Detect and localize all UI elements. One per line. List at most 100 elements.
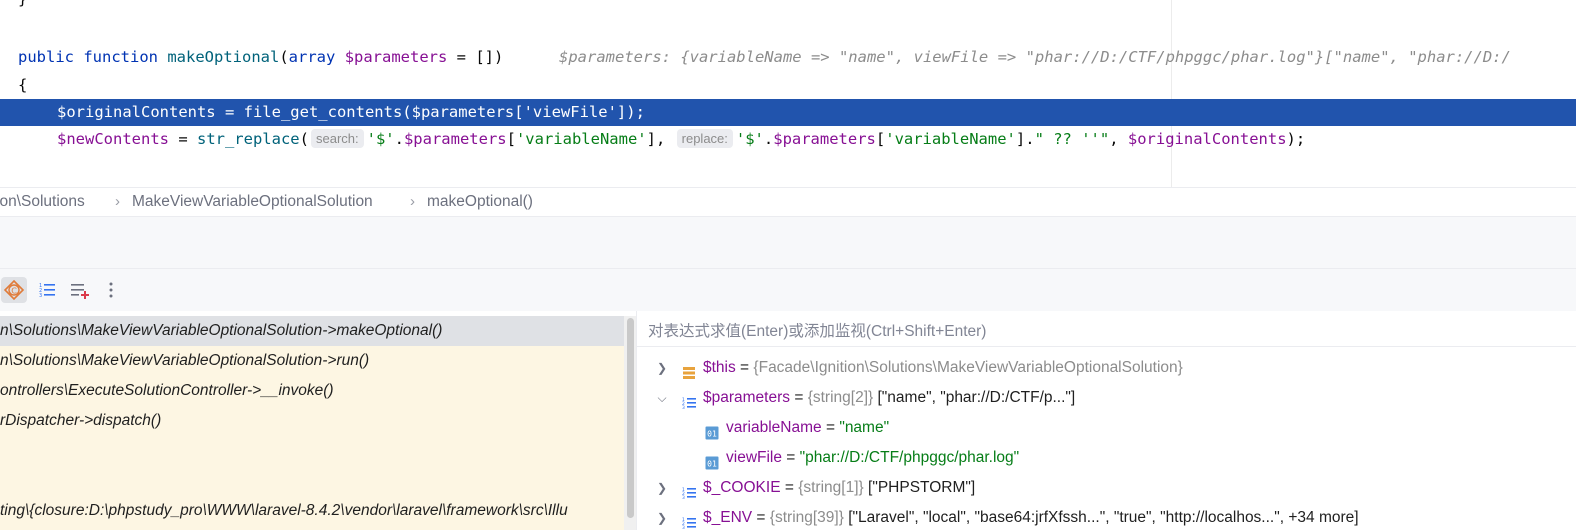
equals: =	[780, 479, 799, 496]
code-line-closing-brace[interactable]: }	[0, 0, 1576, 13]
stack-frame-item[interactable]	[0, 466, 624, 496]
breadcrumb-item-class[interactable]: MakeViewVariableOptionalSolution	[132, 193, 373, 211]
variable-name: $parameters	[703, 389, 791, 406]
add-list-icon[interactable]	[66, 277, 92, 303]
variable-parameters: $parameters	[403, 130, 507, 148]
equals: =	[821, 419, 840, 436]
variable-row[interactable]: 01 variableName = "name"	[637, 413, 1576, 443]
variable-text: $_ENV = {string[39]} ["Laravel", "local"…	[703, 503, 1359, 530]
equals: =	[790, 389, 808, 406]
string-literal: 'variableName'	[885, 130, 1016, 148]
breadcrumb-item-method[interactable]: makeOptional()	[427, 193, 533, 211]
field-icon: 01	[705, 421, 719, 440]
equals: =	[735, 359, 754, 376]
stack-frame-item[interactable]: n\Solutions\MakeViewVariableOptionalSolu…	[0, 316, 624, 346]
code-line-str-replace[interactable]: $newContents = str_replace(search: '$'.$p…	[0, 126, 1576, 153]
variable-originalcontents: $originalContents	[1127, 130, 1287, 148]
svg-text:01: 01	[707, 460, 717, 469]
chevron-right-icon[interactable]: ❯	[655, 353, 669, 383]
operator: =	[168, 130, 197, 148]
frames-scrollbar[interactable]	[624, 316, 636, 530]
inlay-hint-replace: replace:	[676, 129, 733, 148]
svg-text:01: 01	[707, 430, 717, 439]
breadcrumb: ion\Solutions › MakeViewVariableOptional…	[0, 187, 1576, 217]
stack-frame-label: ting\{closure:D:\phpstudy_pro\WWW\larave…	[0, 502, 568, 519]
svg-text:3: 3	[39, 293, 42, 299]
inlay-hint-search: search:	[310, 129, 364, 148]
variable-text: viewFile = "phar://D:/CTF/phpggc/phar.lo…	[726, 443, 1019, 473]
variable-text: variableName = "name"	[726, 413, 889, 443]
code-text: $originalContents = file_get_contents($p…	[57, 103, 645, 121]
variable-type: {string[39]}	[769, 509, 844, 526]
breadcrumb-item-namespace[interactable]: ion\Solutions	[0, 193, 85, 211]
variable-value: ["PHPSTORM"]	[863, 479, 976, 496]
variable-type: {string[2]}	[807, 389, 874, 406]
string-literal: '$'	[735, 130, 764, 148]
variable-row[interactable]: ❯ $this = {Facade\Ignition\Solutions\Mak…	[637, 353, 1576, 383]
chevron-down-icon[interactable]: ⌵	[655, 383, 669, 413]
comma: ,	[1109, 130, 1128, 148]
variable-text: $parameters = {string[2]} ["name", "phar…	[703, 383, 1075, 413]
variable-type: {Facade\Ignition\Solutions\MakeViewVaria…	[753, 359, 1183, 376]
stack-frame-item[interactable]: ontrollers\ExecuteSolutionController->__…	[0, 376, 624, 406]
variable-name: viewFile	[726, 449, 782, 466]
statement-end: );	[1286, 130, 1306, 148]
breadcrumb-separator: ›	[115, 193, 120, 210]
chevron-right-icon[interactable]: ❯	[655, 473, 669, 503]
keyword-public: public	[18, 48, 74, 66]
variable-value: ["name", "phar://D:/CTF/p..."]	[873, 389, 1076, 406]
chevron-right-icon[interactable]: ❯	[655, 503, 669, 530]
call-stack-frames: n\Solutions\MakeViewVariableOptionalSolu…	[0, 316, 636, 530]
code-line-current-execution[interactable]: $originalContents = file_get_contents($p…	[0, 99, 1576, 126]
stack-frame-label: rDispatcher->dispatch()	[0, 412, 162, 429]
numbered-list-icon[interactable]: 123	[34, 277, 60, 303]
string-literal: '$'	[366, 130, 395, 148]
variable-row[interactable]: 01 viewFile = "phar://D:/CTF/phpggc/phar…	[637, 443, 1576, 473]
array-icon: 123	[682, 511, 696, 530]
bracket: ],	[646, 130, 666, 148]
array-icon: 123	[682, 481, 696, 501]
function-name: str_replace	[196, 130, 300, 148]
code-text: $newContents = str_replace(search: '$'.$p…	[57, 126, 1305, 153]
variable-value: "phar://D:/CTF/phpggc/phar.log"	[799, 449, 1020, 466]
svg-text:3: 3	[682, 405, 685, 410]
keyword-function: function	[83, 48, 158, 66]
code-editor[interactable]: } public function makeOptional(array $pa…	[0, 0, 1576, 187]
param-default: = [])	[447, 48, 504, 66]
variable-value: "name"	[839, 419, 890, 436]
variable-row[interactable]: ❯ 123 $_COOKIE = {string[1]} ["PHPSTORM"…	[637, 473, 1576, 503]
stack-frame-label: n\Solutions\MakeViewVariableOptionalSolu…	[0, 352, 370, 369]
variable-row[interactable]: ⌵ 123 $parameters = {string[2]} ["name",…	[637, 383, 1576, 413]
variable-parameters: $parameters	[773, 130, 876, 148]
more-icon[interactable]	[98, 277, 124, 303]
scrollbar-thumb[interactable]	[627, 318, 634, 518]
svg-text:C: C	[11, 287, 17, 296]
variable-name: $_ENV	[703, 509, 753, 526]
variable-text: $_COOKIE = {string[1]} ["PHPSTORM"]	[703, 473, 975, 503]
code-line-function-signature[interactable]: public function makeOptional(array $para…	[0, 44, 1576, 71]
breadcrumb-separator: ›	[410, 193, 415, 210]
stack-frame-label: ontrollers\ExecuteSolutionController->__…	[0, 382, 334, 399]
operator: .	[394, 130, 404, 148]
variable-name: variableName	[726, 419, 822, 436]
evaluate-expression-input[interactable]: 对表达式求值(Enter)或添加监视(Ctrl+Shift+Enter)	[637, 311, 1576, 347]
stack-frame-item[interactable]: ting\{closure:D:\phpstudy_pro\WWW\larave…	[0, 496, 624, 526]
stack-frame-item[interactable]: rDispatcher->dispatch()	[0, 406, 624, 436]
equals: =	[752, 509, 770, 526]
stack-frame-item[interactable]	[0, 436, 624, 466]
variable-name: $this	[703, 359, 736, 376]
inline-debug-value: $parameters: {variableName => "name", vi…	[559, 48, 1511, 66]
bracket: [	[506, 130, 516, 148]
stack-frame-item[interactable]: n\Solutions\MakeViewVariableOptionalSolu…	[0, 346, 624, 376]
variable-row[interactable]: ❯ 123 $_ENV = {string[39]} ["Laravel", "…	[637, 503, 1576, 530]
variables-panel: 对表达式求值(Enter)或添加监视(Ctrl+Shift+Enter) ❯ $…	[636, 311, 1576, 530]
threads-icon[interactable]: C	[1, 277, 27, 303]
variable-newcontents: $newContents	[57, 130, 169, 148]
code-line-open-brace[interactable]: {	[0, 72, 1576, 99]
variable-value: ["Laravel", "local", "base64:jrfXfssh...…	[843, 509, 1359, 526]
stack-frame-label: n\Solutions\MakeViewVariableOptionalSolu…	[0, 322, 443, 339]
param-variable: $parameters	[344, 48, 448, 66]
variable-name: $_COOKIE	[703, 479, 781, 496]
paren: (	[299, 130, 309, 148]
array-icon: 123	[682, 391, 696, 411]
